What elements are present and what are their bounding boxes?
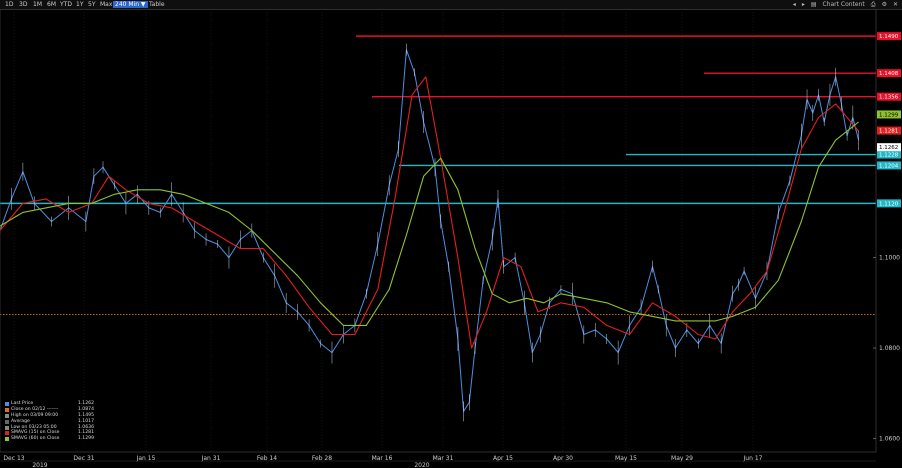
legend-row: SMAVG (60) on Close 1.1299	[3, 436, 96, 442]
range-1y-button[interactable]: 1Y	[74, 1, 85, 8]
legend-swatch	[5, 431, 9, 436]
legend-swatch	[5, 407, 9, 412]
range-6m-button[interactable]: 6M	[45, 1, 58, 8]
chart-content-button[interactable]: Chart Content	[823, 0, 865, 9]
legend-value: 1.1299	[77, 436, 94, 442]
close-icon[interactable]: ✕	[893, 0, 898, 9]
legend-swatch	[5, 402, 9, 406]
table-button[interactable]: Table	[147, 1, 167, 8]
legend-swatch	[5, 413, 9, 418]
legend-swatch	[5, 437, 9, 442]
legend-swatch	[5, 419, 9, 424]
settings-icon[interactable]: ⚙	[882, 0, 887, 9]
legend-label: SMAVG (60) on Close	[11, 436, 60, 442]
arrow-right-icon[interactable]: ▸	[802, 0, 805, 9]
y-tick-label: 1.0800	[879, 345, 900, 352]
level-badge-label: 1.1204	[879, 163, 899, 169]
level-badge-label: 1.1228	[879, 153, 899, 159]
series-line	[0, 121, 859, 326]
axes: Dec 13 Dec 31 Jan 15 Jan 31 Feb 14 Feb 28 Mar …	[0, 9, 900, 468]
series-lines	[0, 43, 860, 422]
value-badge-label: 1.1262	[879, 145, 898, 151]
vertical-grid	[13, 9, 754, 452]
value-badge-label: 1.1299	[879, 112, 899, 118]
y-tick-label: 1.1000	[879, 255, 900, 262]
y-tick-label: 1.0600	[879, 435, 900, 442]
year-label: 2019	[32, 462, 47, 468]
legend-swatch	[5, 425, 9, 430]
year-label: 2020	[414, 462, 429, 468]
chart-controls: ◂ ▸ ▤ Chart Content ⎙ ⚙ ✕	[793, 0, 898, 9]
legend: Last Price 1.1262 Close on 02/12 -------…	[3, 401, 96, 451]
range-1m-button[interactable]: 1M	[31, 1, 44, 8]
series-line	[0, 49, 860, 412]
chart-content-icon: ▤	[810, 1, 817, 8]
price-badges: 1.1490 1.1408 1.1356 1.1228 1.1204 1.1120 1.12…	[877, 32, 901, 208]
value-badge-label: 1.1281	[879, 129, 898, 135]
range-max-button[interactable]: Max	[98, 1, 114, 8]
range-240min-button[interactable]: 240 Min ▼	[113, 1, 148, 8]
arrow-left-icon[interactable]: ◂	[793, 0, 796, 9]
print-icon[interactable]: ⎙	[871, 0, 876, 9]
range-1d-button[interactable]: 1D	[3, 1, 15, 8]
level-badge-label: 1.1408	[879, 71, 899, 77]
level-badge-label: 1.1490	[879, 34, 899, 40]
range-3d-button[interactable]: 3D	[17, 1, 29, 8]
range-ytd-button[interactable]: YTD	[58, 1, 74, 8]
level-badge-label: 1.1356	[879, 95, 899, 101]
level-badge-label: 1.1120	[879, 201, 899, 207]
price-chart: Dec 13 Dec 31 Jan 15 Jan 31 Feb 14 Feb 28 Mar …	[0, 9, 901, 468]
plot-frame	[0, 9, 877, 453]
range-5y-button[interactable]: 5Y	[86, 1, 97, 8]
